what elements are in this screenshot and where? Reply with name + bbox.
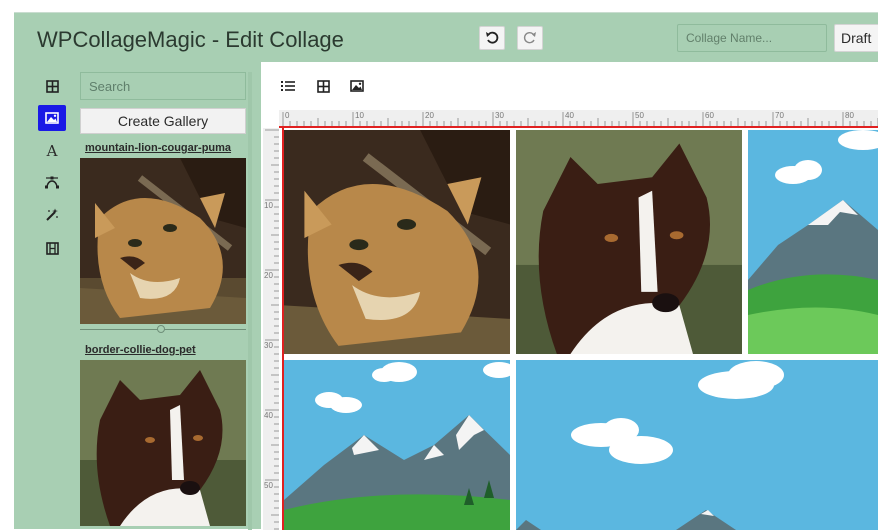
grid-icon xyxy=(316,79,330,93)
ruler-label: 80 xyxy=(845,111,854,120)
redo-button[interactable] xyxy=(517,26,543,50)
film-icon xyxy=(45,241,59,255)
ruler-label: 60 xyxy=(705,111,714,120)
ruler-label: 30 xyxy=(264,341,273,350)
list-view-button[interactable] xyxy=(274,74,302,98)
magic-wand-icon xyxy=(46,208,58,221)
vertical-ruler: 10 20 30 40 50 xyxy=(263,128,279,530)
ruler-label: 30 xyxy=(495,111,504,120)
collage-cell-mountains-1[interactable] xyxy=(748,130,878,354)
collage-editor: 0 10 20 30 40 50 60 70 80 10 20 30 40 50 xyxy=(261,62,878,530)
image-icon xyxy=(350,80,364,92)
collage-canvas[interactable] xyxy=(284,130,878,530)
draft-button[interactable]: Draft xyxy=(834,24,878,52)
list-icon xyxy=(281,81,295,91)
app-window: WPCollageMagic - Edit Collage Draft A xyxy=(0,0,878,530)
tool-image[interactable] xyxy=(38,105,66,131)
create-gallery-button[interactable]: Create Gallery xyxy=(80,108,246,134)
ruler-label: 40 xyxy=(565,111,574,120)
redo-icon xyxy=(523,31,536,44)
gallery-thumbnail-border-collie[interactable] xyxy=(80,360,246,526)
collage-cell-cougar[interactable] xyxy=(284,130,510,354)
page-title: WPCollageMagic - Edit Collage xyxy=(37,27,344,52)
collage-cell-collie[interactable] xyxy=(516,130,742,354)
gallery-label-mountain-lion[interactable]: mountain-lion-cougar-puma xyxy=(85,142,231,154)
tool-text[interactable]: A xyxy=(38,138,66,164)
gallery-label-border-collie[interactable]: border-collie-dog-pet xyxy=(85,344,196,356)
tool-effects[interactable] xyxy=(38,202,66,228)
undo-icon xyxy=(486,31,499,44)
ruler-ticks xyxy=(282,112,878,126)
grid-view-button[interactable] xyxy=(309,74,337,98)
collie-image xyxy=(80,360,246,526)
mountain-illustration xyxy=(284,360,510,530)
undo-button[interactable] xyxy=(479,26,505,50)
ruler-label: 10 xyxy=(355,111,364,120)
text-icon: A xyxy=(46,142,58,160)
ruler-label: 0 xyxy=(285,111,290,120)
collage-cell-mountains-2[interactable] xyxy=(284,360,510,530)
bezier-icon xyxy=(45,176,59,188)
ruler-label: 20 xyxy=(425,111,434,120)
grid-icon xyxy=(45,79,59,93)
image-icon xyxy=(45,112,59,124)
sidebar-scrollbar[interactable] xyxy=(248,72,252,530)
collage-name-input[interactable] xyxy=(677,24,827,52)
search-input[interactable] xyxy=(80,72,246,100)
mountain-illustration xyxy=(748,130,878,354)
editor-frame: WPCollageMagic - Edit Collage Draft A xyxy=(14,12,878,530)
cougar-image xyxy=(284,130,510,354)
ruler-label: 10 xyxy=(264,201,273,210)
mountain-illustration xyxy=(516,360,878,530)
collage-cell-mountains-3[interactable] xyxy=(516,360,878,530)
ruler-label: 50 xyxy=(635,111,644,120)
tool-path[interactable] xyxy=(38,169,66,195)
cougar-image xyxy=(80,158,246,324)
ruler-label: 20 xyxy=(264,271,273,280)
ruler-label: 40 xyxy=(264,411,273,420)
gallery-size-slider[interactable] xyxy=(80,325,246,333)
horizontal-ruler: 0 10 20 30 40 50 60 70 80 xyxy=(279,110,878,128)
tool-film[interactable] xyxy=(38,235,66,261)
gallery-thumbnail-mountain-lion[interactable] xyxy=(80,158,246,324)
collie-image xyxy=(516,130,742,354)
tool-grid[interactable] xyxy=(38,73,66,99)
ruler-label: 50 xyxy=(264,481,273,490)
ruler-label: 70 xyxy=(775,111,784,120)
ruler-ticks-vertical xyxy=(265,129,279,530)
slider-knob[interactable] xyxy=(157,325,165,333)
image-view-button[interactable] xyxy=(343,74,371,98)
